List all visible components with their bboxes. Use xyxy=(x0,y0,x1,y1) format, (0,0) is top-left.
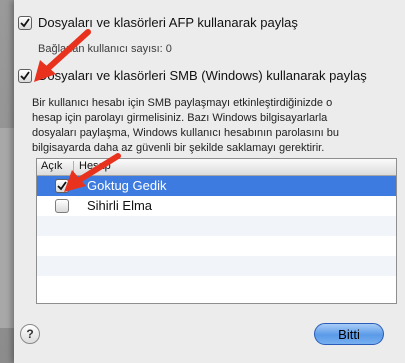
checkbox-checked-icon xyxy=(57,181,67,191)
column-divider xyxy=(73,161,74,173)
empty-table-row xyxy=(37,256,396,276)
smb-option-label: Dosyaları ve klasörleri SMB (Windows) ku… xyxy=(38,68,367,83)
empty-table-row xyxy=(37,236,396,256)
afp-checkbox[interactable] xyxy=(18,16,32,30)
table-row[interactable]: Sihirli Elma xyxy=(37,196,396,216)
checkbox-checked-icon xyxy=(20,71,30,81)
afp-option-label: Dosyaları ve klasörleri AFP kullanarak p… xyxy=(38,15,298,30)
account-name: Goktug Gedik xyxy=(87,178,167,193)
checkbox-checked-icon xyxy=(20,18,30,28)
done-button[interactable]: Bitti xyxy=(314,323,384,345)
table-header: Açık Hesap xyxy=(37,159,396,176)
smb-description: Bir kullanıcı hesabı için SMB paylaşmayı… xyxy=(32,97,339,154)
smb-checkbox[interactable] xyxy=(18,69,32,83)
column-header-account[interactable]: Hesap xyxy=(79,160,111,172)
help-button[interactable]: ? xyxy=(20,324,40,344)
account-enabled-checkbox[interactable] xyxy=(55,179,69,193)
table-row[interactable]: Goktug Gedik xyxy=(37,176,396,196)
account-enabled-checkbox[interactable] xyxy=(55,199,69,213)
empty-table-row xyxy=(37,276,396,296)
background-sidebar-strip xyxy=(0,128,14,328)
empty-table-row xyxy=(37,216,396,236)
column-header-on[interactable]: Açık xyxy=(41,160,62,172)
help-icon: ? xyxy=(26,327,34,341)
accounts-table[interactable]: Açık Hesap Goktug Gedik Sihirli Elma xyxy=(36,158,397,304)
account-name: Sihirli Elma xyxy=(87,198,153,213)
sharing-options-sheet: Dosyaları ve klasörleri AFP kullanarak p… xyxy=(14,0,405,363)
afp-connected-users-count: Bağlanan kullanıcı sayısı: 0 xyxy=(38,43,172,55)
